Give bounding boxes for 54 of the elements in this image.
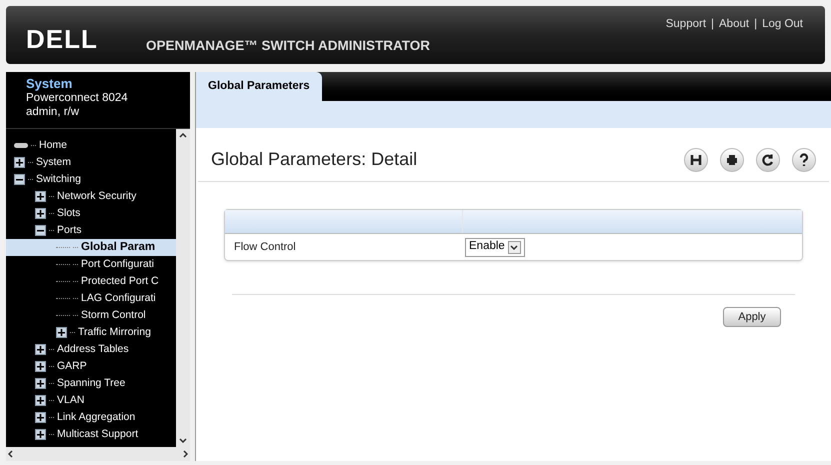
device-model: Powerconnect 8024 [26, 91, 129, 105]
scroll-left-icon[interactable] [8, 450, 13, 458]
expand-icon[interactable] [35, 361, 46, 372]
expand-icon[interactable] [35, 208, 46, 219]
tree-item[interactable]: Network Security [57, 188, 136, 204]
tree-item[interactable]: Home [39, 138, 68, 154]
tree-item[interactable]: GARP [57, 358, 87, 374]
expand-icon[interactable] [14, 157, 25, 168]
tree-item[interactable]: Address Tables [57, 342, 129, 358]
tree-item[interactable]: Link Aggregation [57, 410, 136, 426]
expand-icon[interactable] [35, 412, 46, 423]
device-user: admin, r/w [26, 105, 80, 119]
header-link[interactable]: Support [666, 16, 706, 34]
expand-icon[interactable] [35, 344, 46, 355]
scroll-up-icon[interactable] [179, 133, 187, 138]
collapse-icon[interactable] [35, 225, 46, 236]
page-title: Global Parameters: Detail [211, 148, 418, 171]
value-dropdown[interactable]: Enable [465, 238, 525, 256]
header-link[interactable]: About [719, 16, 750, 34]
scroll-down-icon[interactable] [179, 438, 187, 443]
link-separator: | [754, 17, 758, 32]
row-label: Flow Control [233, 240, 297, 255]
expand-icon[interactable] [35, 191, 46, 202]
device-title: System [26, 77, 74, 91]
tree-item[interactable]: System [36, 154, 72, 170]
collapse-icon[interactable] [14, 174, 25, 185]
tree-item[interactable]: LAG Configurati [81, 290, 156, 306]
save-icon[interactable] [684, 148, 708, 172]
tree-item[interactable]: Port Configurati [81, 256, 154, 272]
refresh-icon[interactable] [756, 148, 780, 172]
help-icon[interactable] [792, 148, 816, 172]
logo: DELL [26, 23, 99, 56]
tree-item[interactable]: Ports [57, 222, 82, 238]
tree-item[interactable]: Storm Control [81, 308, 146, 324]
dropdown-caret-icon [508, 240, 521, 254]
horizontal-scrollbar[interactable] [6, 447, 190, 461]
header-link[interactable]: Log Out [762, 16, 803, 34]
tree-item[interactable]: Protected Port C [81, 274, 159, 290]
link-separator: | [711, 17, 714, 32]
apply-button[interactable]: Apply [723, 307, 781, 327]
expand-icon[interactable] [35, 378, 46, 389]
scroll-right-icon[interactable] [183, 450, 188, 458]
tree-item[interactable]: Multicast Support [57, 426, 138, 442]
vertical-scrollbar[interactable] [176, 129, 190, 447]
tab[interactable]: Global Parameters [196, 72, 322, 101]
tree-item[interactable]: Switching [36, 172, 81, 188]
expand-icon[interactable] [35, 429, 46, 440]
tree-item[interactable]: Traffic Mirroring [78, 324, 151, 340]
tree-item[interactable]: Slots [57, 206, 80, 222]
app-title: OPENMANAGE™ SWITCH ADMINISTRATOR [146, 37, 430, 55]
tree-item[interactable]: VLAN [57, 392, 84, 408]
tree-item[interactable]: Spanning Tree [57, 376, 126, 392]
expand-icon[interactable] [56, 327, 67, 338]
expand-icon[interactable] [35, 395, 46, 406]
